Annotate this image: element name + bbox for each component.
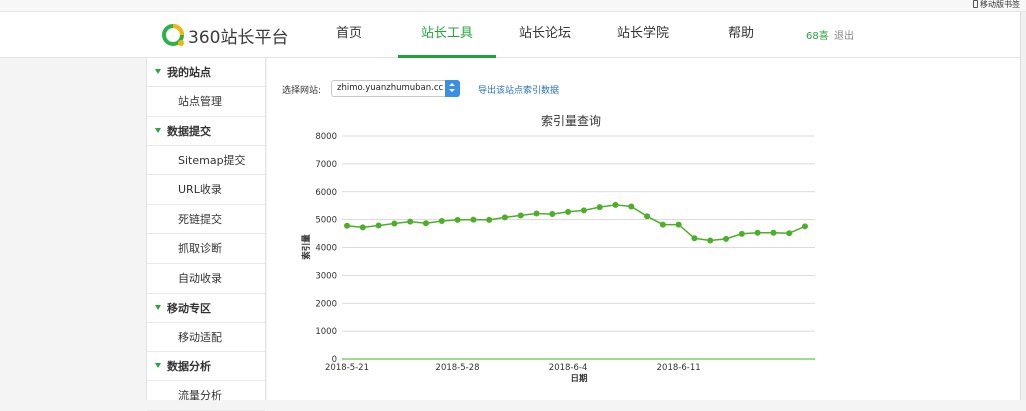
data-point[interactable] xyxy=(723,235,730,242)
sidebar-group-mobile[interactable]: 移动专区 xyxy=(147,294,265,323)
phone-icon xyxy=(973,0,978,8)
sidebar-item-auto-index[interactable]: 自动收录 xyxy=(147,264,265,294)
sidebar-group-my-sites[interactable]: 我的站点 xyxy=(147,58,265,87)
y-axis-label: 索引量 xyxy=(301,234,312,260)
sidebar-item-mobile-adapt[interactable]: 移动适配 xyxy=(147,323,265,353)
data-point[interactable] xyxy=(391,220,398,227)
data-point[interactable] xyxy=(770,229,777,236)
y-tick-label: 7000 xyxy=(315,160,337,170)
data-point[interactable] xyxy=(628,203,635,210)
nav-webmaster-tools[interactable]: 站长工具 xyxy=(398,12,496,58)
x-tick-label: 2018-5-28 xyxy=(436,363,480,373)
main-nav: 首页 站长工具 站长论坛 站长学院 帮助 xyxy=(300,12,790,58)
data-point[interactable] xyxy=(375,222,382,229)
sidebar-item-traffic[interactable]: 流量分析 xyxy=(147,381,265,411)
page-scrollbar[interactable] xyxy=(1020,12,1026,400)
data-point[interactable] xyxy=(486,216,493,223)
data-point[interactable] xyxy=(738,230,745,237)
data-point[interactable] xyxy=(786,230,793,237)
main-content: 选择网站: zhimo.yuanzhumuban.cc 导出该站点索引数据 索引… xyxy=(267,58,1020,400)
sidebar-item-crawl-diagnosis[interactable]: 抓取诊断 xyxy=(147,234,265,264)
data-point[interactable] xyxy=(596,204,603,211)
triangle-down-icon xyxy=(155,69,161,74)
y-tick-label: 2000 xyxy=(315,299,337,309)
series-line xyxy=(346,204,806,242)
data-point[interactable] xyxy=(533,210,540,217)
data-point[interactable] xyxy=(501,214,508,221)
data-point[interactable] xyxy=(454,216,461,223)
logo-icon xyxy=(162,24,184,46)
data-point[interactable] xyxy=(359,224,366,231)
data-point[interactable] xyxy=(659,221,666,228)
nav-help[interactable]: 帮助 xyxy=(692,12,790,58)
triangle-down-icon xyxy=(155,363,161,369)
mobile-bookmark-label: 移动版书签 xyxy=(980,0,1020,9)
sidebar-group-label: 数据提交 xyxy=(167,124,211,138)
sidebar-group-label: 移动专区 xyxy=(167,301,211,315)
data-point[interactable] xyxy=(422,220,429,227)
x-tick-label: 2018-5-21 xyxy=(325,363,369,373)
y-tick-label: 5000 xyxy=(315,216,337,226)
triangle-down-icon xyxy=(155,304,161,310)
site-select-value: zhimo.yuanzhumuban.cc xyxy=(337,83,444,93)
sidebar-item-deadlink[interactable]: 死链提交 xyxy=(147,205,265,235)
index-chart: 索引量查询 0 1000 2000 3000 4000 5000 6000 7000 8000 … xyxy=(267,100,1020,400)
data-point[interactable] xyxy=(344,222,350,229)
mobile-bookmark-link[interactable]: 移动版书签 xyxy=(973,0,1020,9)
data-point[interactable] xyxy=(438,218,445,225)
nav-academy[interactable]: 站长学院 xyxy=(594,12,692,58)
logout-link[interactable]: 退出 xyxy=(834,27,854,42)
data-point[interactable] xyxy=(565,208,572,215)
index-chart-svg: 索引量查询 010002000300040005000600070008000 … xyxy=(301,114,815,384)
sidebar: 我的站点 站点管理 数据提交 Sitemap提交 URL收录 死链提交 抓取诊断… xyxy=(146,58,266,411)
x-tick-label: 2018-6-11 xyxy=(657,363,701,373)
nav-forum[interactable]: 站长论坛 xyxy=(496,12,594,58)
site-select[interactable]: zhimo.yuanzhumuban.cc xyxy=(331,80,460,97)
y-tick-label: 6000 xyxy=(315,188,337,198)
sidebar-group-label: 数据分析 xyxy=(167,360,211,374)
sidebar-group-label: 我的站点 xyxy=(167,66,211,79)
data-point[interactable] xyxy=(707,237,714,244)
data-point[interactable] xyxy=(549,211,556,218)
logo[interactable]: 360站长平台 xyxy=(160,20,288,50)
data-point[interactable] xyxy=(691,235,698,242)
sidebar-item-sitemap[interactable]: Sitemap提交 xyxy=(147,146,265,176)
triangle-down-icon xyxy=(155,127,161,133)
x-tick-label: 2018-6-4 xyxy=(549,363,588,373)
nav-home[interactable]: 首页 xyxy=(300,12,398,58)
x-axis-label: 日期 xyxy=(570,373,588,384)
chart-title: 索引量查询 xyxy=(541,114,601,128)
export-index-link[interactable]: 导出该站点索引数据 xyxy=(478,83,559,96)
site-select-label: 选择网站: xyxy=(282,86,322,96)
data-point[interactable] xyxy=(470,216,477,223)
site-header: 360站长平台 首页 站长工具 站长论坛 站长学院 帮助 68喜 退出 xyxy=(0,12,1020,58)
logo-text: 360站长平台 xyxy=(188,27,289,48)
data-point[interactable] xyxy=(517,212,524,219)
data-point[interactable] xyxy=(407,218,414,225)
data-point[interactable] xyxy=(580,207,587,214)
data-point[interactable] xyxy=(675,221,682,228)
data-point[interactable] xyxy=(644,213,651,220)
sidebar-item-url-index[interactable]: URL收录 xyxy=(147,175,265,205)
sidebar-group-data-submit[interactable]: 数据提交 xyxy=(147,117,265,146)
data-point[interactable] xyxy=(754,229,761,236)
user-name-link[interactable]: 68喜 xyxy=(806,27,829,42)
y-tick-label: 4000 xyxy=(315,244,337,254)
data-point[interactable] xyxy=(612,201,619,208)
sidebar-group-analytics[interactable]: 数据分析 xyxy=(147,352,265,382)
select-arrows-icon xyxy=(445,80,460,97)
sidebar-item-site-management[interactable]: 站点管理 xyxy=(147,87,265,117)
y-tick-label: 1000 xyxy=(315,327,337,337)
data-point[interactable] xyxy=(802,223,808,230)
y-tick-label: 3000 xyxy=(315,271,337,281)
y-tick-label: 8000 xyxy=(315,132,337,142)
browser-top-strip: 移动版书签 xyxy=(0,0,1026,12)
